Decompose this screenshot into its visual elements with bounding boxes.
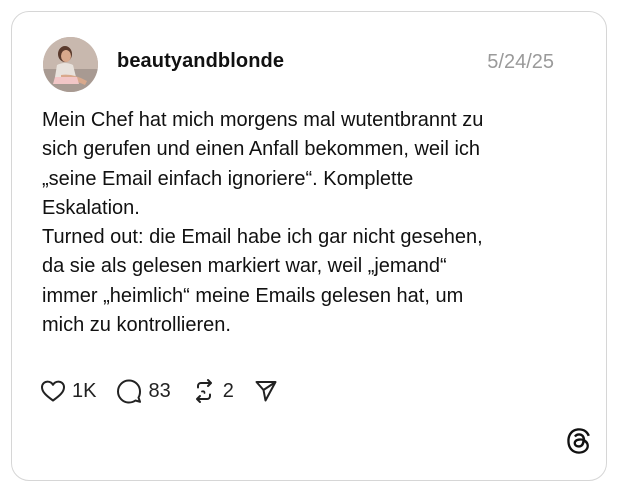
heart-icon bbox=[41, 380, 65, 402]
post-text-line: Turned out: die Email habe ich gar nicht… bbox=[42, 226, 483, 249]
post-text-line: Eskalation. bbox=[42, 196, 140, 219]
post-card: beautyandblonde 5/24/25 Mein Chef hat mi… bbox=[11, 11, 607, 481]
post-text-line: da sie als gelesen markiert war, weil „j… bbox=[42, 255, 447, 278]
threads-logo-icon bbox=[566, 428, 592, 454]
post-date: 5/24/25 bbox=[487, 51, 554, 73]
reply-button[interactable]: 83 bbox=[116, 378, 171, 404]
post-actions: 1K 83 2 bbox=[40, 376, 298, 406]
avatar[interactable] bbox=[43, 37, 98, 92]
post-text-line: „seine Email einfach ignoriere“. Komplet… bbox=[42, 167, 414, 190]
send-icon bbox=[255, 381, 277, 402]
post-body: Mein Chef hat mich morgens mal wutentbra… bbox=[42, 106, 562, 340]
reply-count: 83 bbox=[148, 379, 171, 402]
comment-bubble-icon bbox=[117, 379, 142, 404]
post-text-line: sich gerufen und einen Anfall bekommen, … bbox=[42, 138, 481, 161]
post-text-line: mich zu kontrollieren. bbox=[42, 314, 231, 337]
post-text-line: Mein Chef hat mich morgens mal wutentbra… bbox=[42, 109, 484, 131]
repost-count: 2 bbox=[222, 379, 234, 402]
repost-icon bbox=[195, 379, 212, 403]
like-button[interactable]: 1K bbox=[40, 379, 96, 403]
share-button[interactable] bbox=[254, 379, 278, 403]
like-count: 1K bbox=[72, 379, 97, 402]
post-text-line: immer „heimlich“ meine Emails gelesen ha… bbox=[42, 284, 464, 307]
username[interactable]: beautyandblonde bbox=[117, 50, 284, 73]
repost-button[interactable]: 2 bbox=[191, 378, 234, 404]
avatar-image bbox=[43, 37, 98, 92]
